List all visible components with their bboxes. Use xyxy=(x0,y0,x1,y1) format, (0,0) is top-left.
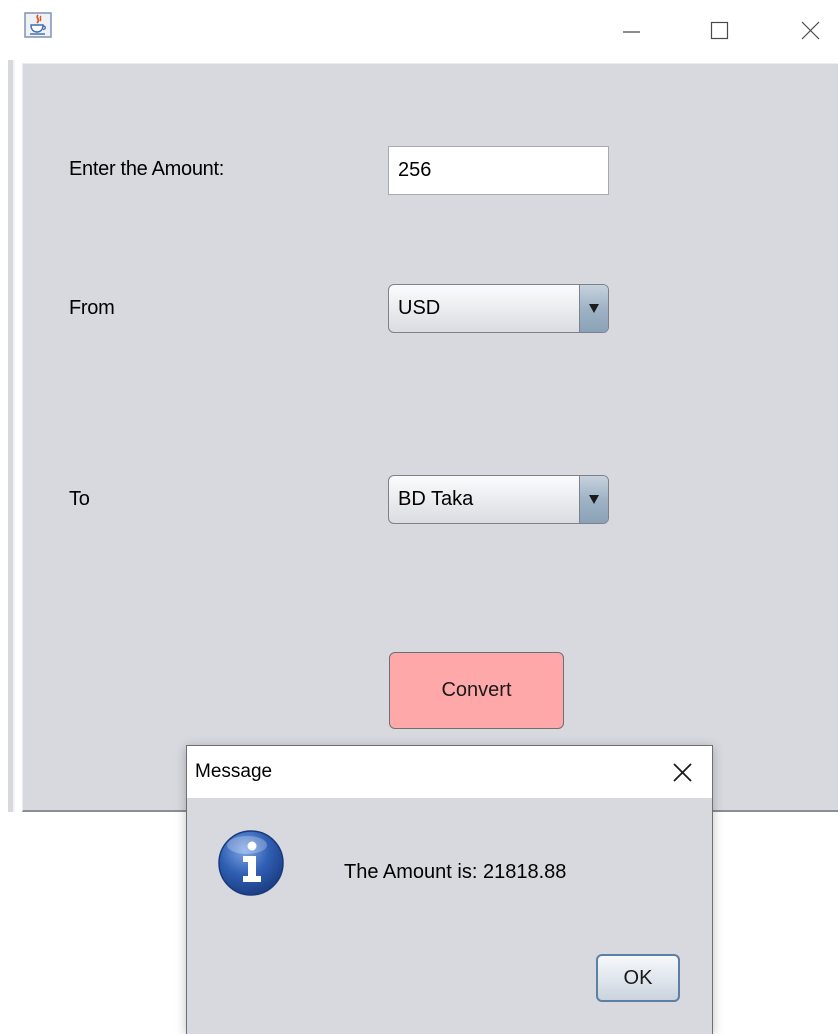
dialog-title: Message xyxy=(195,761,273,782)
to-currency-select[interactable]: BD Taka xyxy=(388,475,609,524)
from-label: From xyxy=(69,297,115,319)
minimize-icon xyxy=(623,31,640,33)
maximize-button[interactable] xyxy=(696,10,742,50)
java-coffee-cup-icon xyxy=(24,12,52,38)
to-label: To xyxy=(69,488,90,510)
to-dropdown-button[interactable] xyxy=(579,476,608,523)
window-left-border xyxy=(8,60,15,812)
ok-button[interactable]: OK xyxy=(596,954,680,1002)
information-icon xyxy=(217,829,285,897)
amount-label: Enter the Amount: xyxy=(69,158,224,180)
dialog-titlebar: Message xyxy=(187,746,712,798)
window-close-button[interactable] xyxy=(786,10,832,50)
from-currency-value: USD xyxy=(398,297,441,319)
message-dialog: Message The Amount is: 21818.88 OK xyxy=(186,745,713,1034)
minimize-button[interactable] xyxy=(607,10,653,50)
close-icon xyxy=(673,763,692,782)
chevron-down-icon xyxy=(589,304,599,313)
maximize-icon xyxy=(710,21,729,40)
amount-input[interactable] xyxy=(388,146,609,195)
window-titlebar xyxy=(0,0,838,60)
close-icon xyxy=(801,21,820,40)
chevron-down-icon xyxy=(589,495,599,504)
convert-button[interactable]: Convert xyxy=(389,652,564,729)
dialog-message: The Amount is: 21818.88 xyxy=(344,861,567,883)
dialog-close-button[interactable] xyxy=(667,757,699,789)
from-currency-select[interactable]: USD xyxy=(388,284,609,333)
from-dropdown-button[interactable] xyxy=(579,285,608,332)
to-currency-value: BD Taka xyxy=(398,488,474,510)
